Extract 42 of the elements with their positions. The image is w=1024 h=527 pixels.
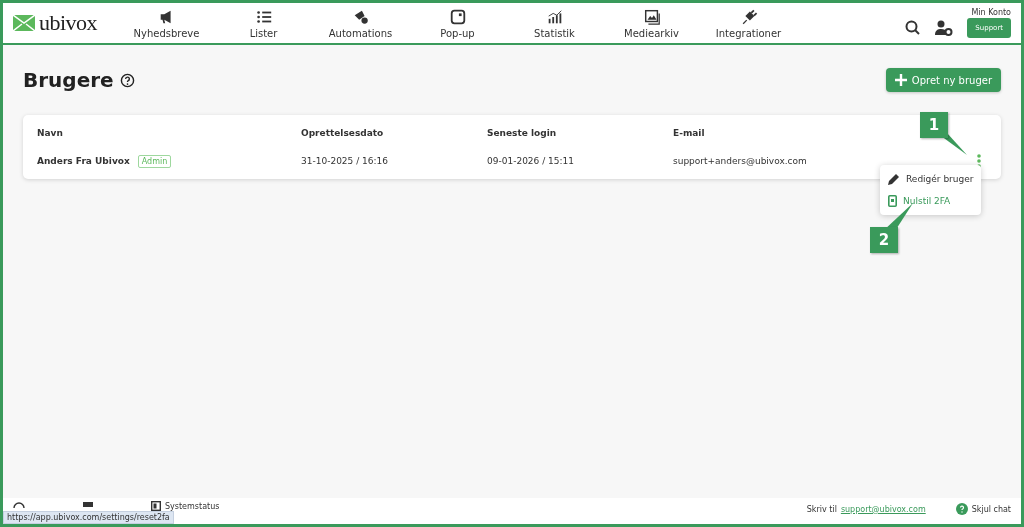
column-header: Seneste login <box>487 128 558 138</box>
admin-badge: Admin <box>137 154 172 168</box>
pencil-icon <box>888 173 900 185</box>
nav-item[interactable]: Lister <box>215 7 312 39</box>
footer-link[interactable]: Systemstatus <box>151 501 220 511</box>
ubivox-logo[interactable]: ubivox <box>13 10 118 36</box>
table-cell-text: support+anders@ubivox.com <box>673 156 808 166</box>
url-tooltip: https://app.ubivox.com/settings/reset2fa <box>3 511 174 524</box>
column-header: E-mail <box>673 128 706 138</box>
gauge-icon[interactable] <box>13 502 25 508</box>
nav-item[interactable]: Pop-up <box>409 7 506 39</box>
image-icon <box>642 7 661 26</box>
search-icon[interactable] <box>905 20 922 36</box>
user-settings-icon[interactable] <box>935 20 954 36</box>
status-icon <box>151 501 161 511</box>
table-cell-text: 09-01-2026 / 15:11 <box>487 156 575 166</box>
logo-text: ubivox <box>39 10 98 36</box>
user-name: Anders Fra Ubivox <box>37 156 130 166</box>
menu-item[interactable]: Nulstil 2FA <box>888 190 974 212</box>
support-email-link[interactable]: support@ubivox.com <box>840 504 926 514</box>
page-title: Brugere <box>23 68 114 92</box>
nav-item[interactable]: Mediearkiv <box>603 7 700 39</box>
help-icon[interactable] <box>119 72 135 88</box>
callout-badge: 2 <box>870 227 898 253</box>
callout-badge: 1 <box>920 112 948 138</box>
nav-item[interactable]: Nyhedsbreve <box>118 7 215 39</box>
contact-text: Skriv til <box>806 504 837 514</box>
column-header: Oprettelsesdato <box>301 128 385 138</box>
phone-icon <box>888 195 897 207</box>
popup-icon <box>448 7 467 26</box>
table-cell-text: 31-10-2025 / 16:16 <box>301 156 389 166</box>
plus-icon <box>894 74 907 86</box>
account-link[interactable]: Min Konto <box>971 8 1011 17</box>
envelope-icon <box>13 15 35 31</box>
hide-chat-link[interactable]: Skjul chat <box>955 503 1011 515</box>
create-user-button[interactable]: Opret ny bruger <box>885 68 1001 92</box>
nav-item[interactable]: Statistik <box>506 7 603 39</box>
help-icon <box>955 503 968 515</box>
nav-item[interactable]: Automations <box>312 7 409 39</box>
column-header: Navn <box>37 128 64 138</box>
menu-item[interactable]: Redigér bruger <box>888 168 974 190</box>
nav-item[interactable]: Integrationer <box>700 7 797 39</box>
